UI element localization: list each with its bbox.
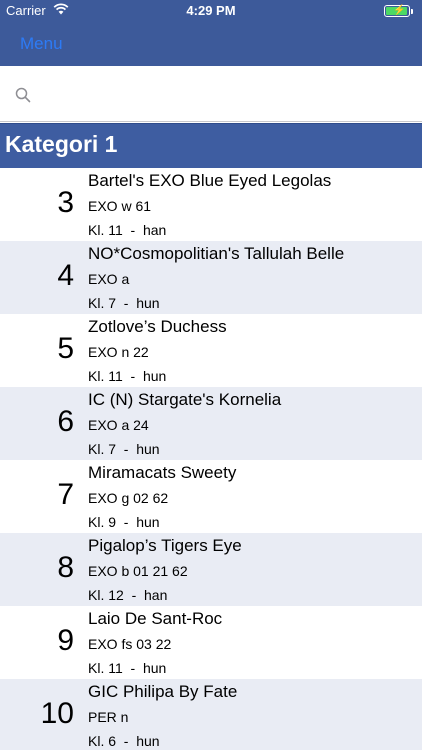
entry-name: Pigalop’s Tigers Eye bbox=[88, 536, 242, 555]
entry-class: Kl. 11 - hun bbox=[88, 368, 167, 384]
list-item[interactable]: 6 IC (N) Stargate's Kornelia EXO a 24 Kl… bbox=[0, 387, 422, 460]
entry-class: Kl. 7 - hun bbox=[88, 441, 160, 457]
entry-breed: PER n bbox=[88, 709, 129, 725]
entry-class: Kl. 7 - hun bbox=[88, 295, 160, 311]
entry-breed: EXO a 24 bbox=[88, 417, 149, 433]
search-icon bbox=[15, 87, 31, 103]
entry-number: 3 bbox=[57, 186, 74, 219]
status-time: 4:29 PM bbox=[186, 3, 236, 18]
entry-breed: EXO fs 03 22 bbox=[88, 636, 172, 652]
entry-name: GIC Philipa By Fate bbox=[88, 682, 238, 701]
search-input[interactable] bbox=[40, 80, 410, 110]
entry-number: 8 bbox=[57, 551, 74, 584]
entry-name: Miramacats Sweety bbox=[88, 463, 237, 482]
list-item[interactable]: 10 GIC Philipa By Fate PER n Kl. 6 - hun bbox=[0, 679, 422, 750]
list-item[interactable]: 8 Pigalop’s Tigers Eye EXO b 01 21 62 Kl… bbox=[0, 533, 422, 606]
entry-number: 10 bbox=[40, 697, 74, 730]
entry-breed: EXO w 61 bbox=[88, 198, 152, 214]
entry-number: 4 bbox=[57, 259, 74, 292]
search-bar bbox=[0, 66, 422, 122]
entry-number: 9 bbox=[57, 624, 74, 657]
section-header: Kategori 1 bbox=[0, 123, 422, 168]
entry-class: Kl. 12 - han bbox=[88, 587, 168, 603]
menu-button[interactable]: Menu bbox=[20, 34, 63, 54]
battery-icon: ⚡ bbox=[384, 5, 413, 17]
entry-class: Kl. 11 - han bbox=[88, 222, 167, 238]
entry-class: Kl. 6 - hun bbox=[88, 733, 160, 749]
entry-name: IC (N) Stargate's Kornelia bbox=[88, 390, 282, 409]
entry-number: 7 bbox=[57, 478, 74, 511]
entry-breed: EXO b 01 21 62 bbox=[88, 563, 188, 579]
entry-breed: EXO n 22 bbox=[88, 344, 149, 360]
entry-breed: EXO a bbox=[88, 271, 130, 287]
section-title: Kategori 1 bbox=[5, 131, 118, 157]
list-item[interactable]: 9 Laio De Sant-Roc EXO fs 03 22 Kl. 11 -… bbox=[0, 606, 422, 679]
list-item[interactable]: 4 NO*Cosmopolitian's Tallulah Belle EXO … bbox=[0, 241, 422, 314]
entry-class: Kl. 11 - hun bbox=[88, 660, 167, 676]
entry-class: Kl. 9 - hun bbox=[88, 514, 160, 530]
list-item[interactable]: 3 Bartel's EXO Blue Eyed Legolas EXO w 6… bbox=[0, 168, 422, 241]
entry-number: 6 bbox=[57, 405, 74, 438]
app-screen: Carrier 4:29 PM ⚡ Menu Kategori 1 3 Bart… bbox=[0, 0, 422, 750]
entry-breed: EXO g 02 62 bbox=[88, 490, 169, 506]
navigation-bar: Carrier 4:29 PM ⚡ Menu bbox=[0, 0, 422, 66]
entry-name: Bartel's EXO Blue Eyed Legolas bbox=[88, 171, 332, 190]
entry-name: Zotlove’s Duchess bbox=[88, 317, 227, 336]
entry-name: NO*Cosmopolitian's Tallulah Belle bbox=[88, 244, 345, 263]
list-item[interactable]: 7 Miramacats Sweety EXO g 02 62 Kl. 9 - … bbox=[0, 460, 422, 533]
list-item[interactable]: 5 Zotlove’s Duchess EXO n 22 Kl. 11 - hu… bbox=[0, 314, 422, 387]
entry-number: 5 bbox=[57, 332, 74, 365]
status-bar: Carrier 4:29 PM ⚡ bbox=[0, 0, 422, 22]
entry-name: Laio De Sant-Roc bbox=[88, 609, 223, 628]
entry-list: 3 Bartel's EXO Blue Eyed Legolas EXO w 6… bbox=[0, 168, 422, 750]
